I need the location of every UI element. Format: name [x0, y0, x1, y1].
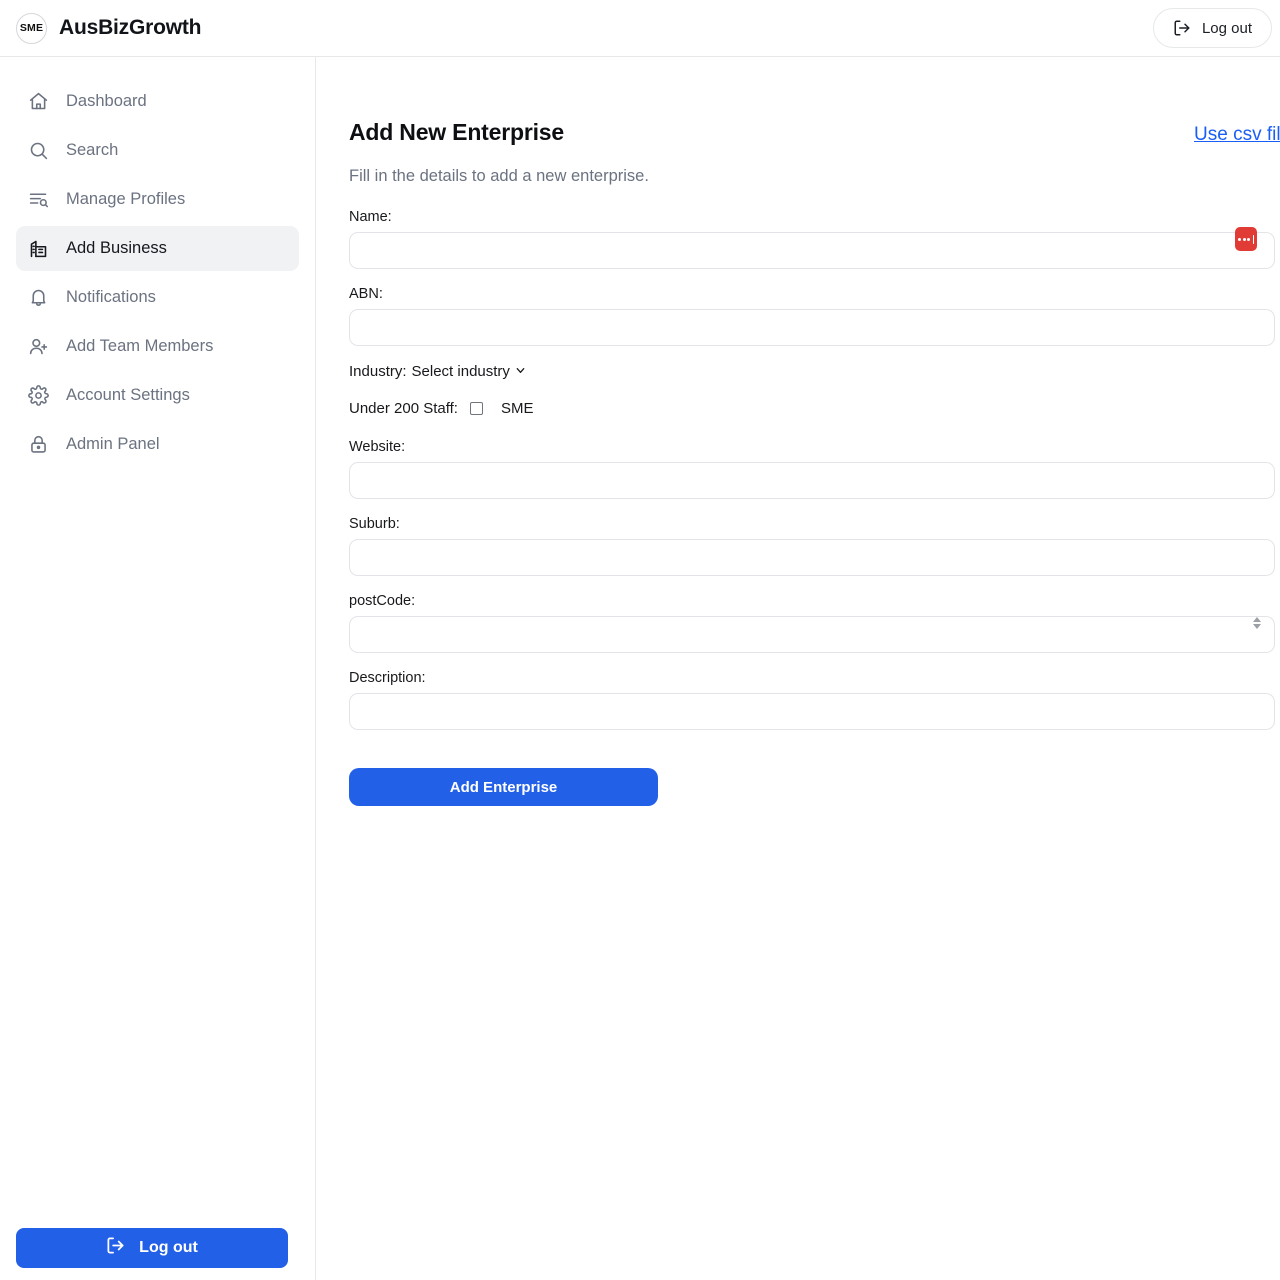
add-enterprise-form: Name: ABN: Industry: Select industry Und… [349, 209, 1275, 806]
description-label: Description: [349, 670, 426, 686]
description-input[interactable] [349, 693, 1275, 730]
name-label: Name: [349, 209, 392, 225]
sidebar-item-admin-panel[interactable]: Admin Panel [16, 422, 299, 467]
sidebar-item-label: Add Business [66, 239, 167, 257]
sidebar: Dashboard Search Manage Profiles Add Bus… [0, 57, 316, 1280]
page-header: Add New Enterprise Use csv file... [349, 119, 1280, 146]
page-subtitle: Fill in the details to add a new enterpr… [349, 167, 649, 185]
staff-field-group: Under 200 Staff: SME [349, 400, 1275, 417]
sme-checkbox-label: SME [500, 400, 534, 417]
sme-logo-icon: SME [16, 12, 47, 44]
abn-label: ABN: [349, 286, 383, 302]
main-content: Add New Enterprise Use csv file... Fill … [317, 57, 1280, 1280]
sidebar-footer: Log out [16, 1228, 288, 1268]
logout-icon [1173, 19, 1191, 37]
logout-icon [106, 1236, 125, 1260]
postcode-field-group: postCode: [349, 593, 1275, 653]
brand-title: AusBizGrowth [59, 16, 202, 39]
add-enterprise-button[interactable]: Add Enterprise [349, 768, 658, 806]
staff-label: Under 200 Staff: [349, 400, 458, 417]
name-input[interactable] [349, 232, 1275, 269]
sidebar-item-label: Dashboard [66, 92, 147, 110]
sidebar-item-label: Admin Panel [66, 435, 160, 453]
sidebar-item-label: Search [66, 141, 119, 159]
abn-field-group: ABN: [349, 286, 1275, 346]
industry-select[interactable]: Select industry [412, 363, 526, 380]
industry-label: Industry: [349, 363, 407, 380]
sme-checkbox[interactable] [469, 402, 483, 415]
description-field-group: Description: [349, 670, 1275, 730]
name-field-group: Name: [349, 209, 1275, 269]
suburb-field-group: Suburb: [349, 516, 1275, 576]
lock-icon [27, 434, 49, 456]
sidebar-item-add-business[interactable]: Add Business [16, 226, 299, 271]
bell-icon [27, 287, 49, 309]
suburb-label: Suburb: [349, 516, 400, 532]
sidebar-nav: Dashboard Search Manage Profiles Add Bus… [16, 79, 299, 467]
gear-icon [27, 385, 49, 407]
building-icon [27, 238, 49, 260]
number-stepper-icon[interactable] [1253, 617, 1261, 629]
top-header: SME AusBizGrowth Log out [0, 0, 1280, 57]
sidebar-logout-label: Log out [139, 1239, 198, 1256]
sidebar-logout-button[interactable]: Log out [16, 1228, 288, 1268]
sidebar-item-label: Manage Profiles [66, 190, 186, 208]
password-manager-icon[interactable] [1235, 227, 1257, 251]
postcode-label: postCode: [349, 593, 416, 609]
sidebar-item-label: Account Settings [66, 386, 190, 404]
header-logout-label: Log out [1201, 19, 1252, 37]
page-title: Add New Enterprise [349, 119, 564, 145]
user-plus-icon [27, 336, 49, 358]
sidebar-item-add-team-members[interactable]: Add Team Members [16, 324, 299, 369]
sidebar-item-manage-profiles[interactable]: Manage Profiles [16, 177, 299, 222]
sidebar-item-label: Add Team Members [66, 337, 214, 355]
industry-selected-value: Select industry [411, 363, 510, 380]
search-icon [27, 140, 49, 162]
sidebar-item-account-settings[interactable]: Account Settings [16, 373, 299, 418]
website-field-group: Website: [349, 439, 1275, 499]
brand: SME AusBizGrowth [8, 12, 202, 44]
sidebar-item-label: Notifications [66, 288, 156, 306]
sidebar-item-notifications[interactable]: Notifications [16, 275, 299, 320]
website-label: Website: [349, 439, 406, 455]
sidebar-item-search[interactable]: Search [16, 128, 299, 173]
postcode-input[interactable] [349, 616, 1275, 653]
app-root: SME AusBizGrowth Log out Dashboard Searc… [0, 0, 1280, 1280]
abn-input[interactable] [349, 309, 1275, 346]
use-csv-file-link[interactable]: Use csv file... [1194, 124, 1280, 146]
header-logout-button[interactable]: Log out [1152, 8, 1272, 48]
website-input[interactable] [349, 462, 1275, 499]
home-icon [27, 91, 49, 113]
chevron-down-icon [515, 363, 526, 380]
suburb-input[interactable] [349, 539, 1275, 576]
industry-field-group: Industry: Select industry [349, 363, 1275, 380]
list-search-icon [27, 189, 49, 211]
sidebar-item-dashboard[interactable]: Dashboard [16, 79, 299, 124]
